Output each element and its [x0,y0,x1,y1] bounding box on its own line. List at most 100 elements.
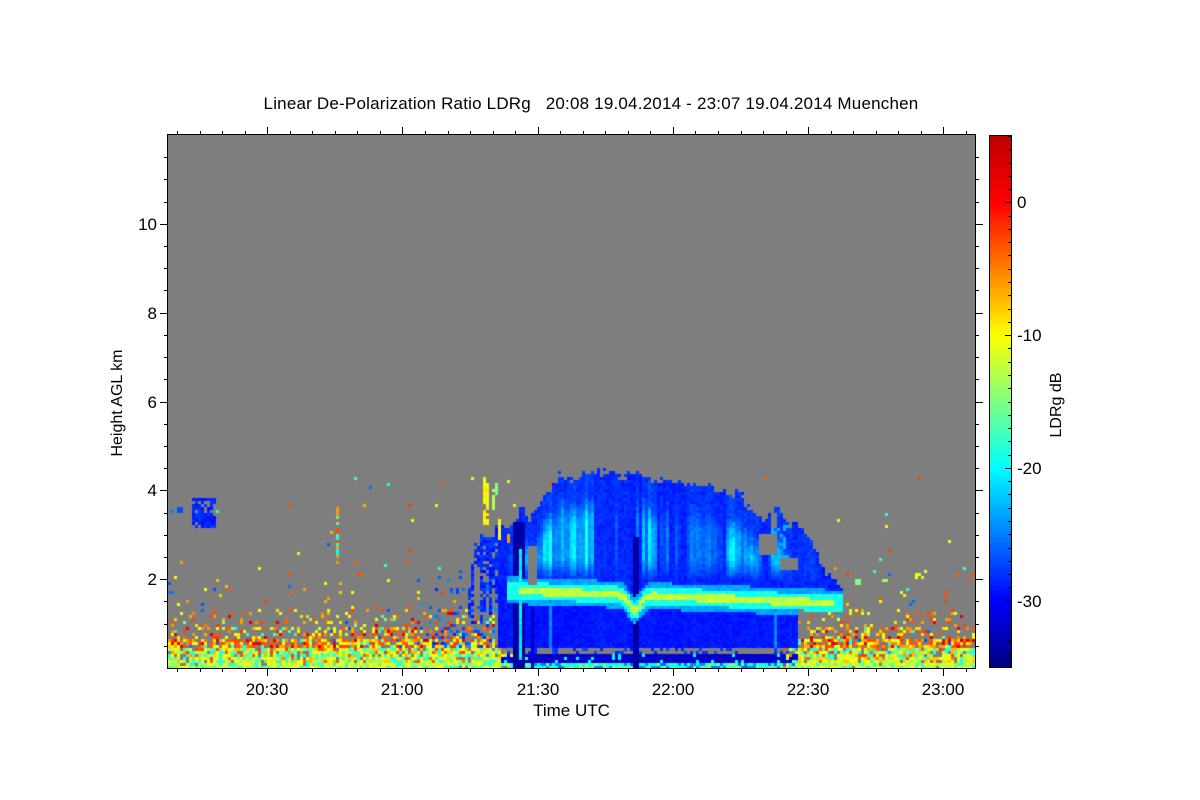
x-minor-tick [357,668,358,672]
y-minor-tick [164,246,168,247]
colorbar-tick-label: -30 [1017,592,1042,611]
x-axis-label: Time UTC [533,701,610,720]
x-minor-tick-top [335,131,336,135]
x-minor-tick-top [177,131,178,135]
x-minor-tick [583,668,584,672]
x-minor-tick [380,668,381,672]
y-major-tick [160,402,168,403]
x-minor-tick-top [876,131,877,135]
x-minor-tick-top [312,131,313,135]
colorbar-minor-tick [1008,428,1011,429]
x-major-tick [673,668,674,676]
x-tick-label: 21:00 [380,680,424,699]
colorbar-minor-tick [1008,508,1011,509]
x-minor-tick [853,668,854,672]
y-minor-tick-right [975,424,979,425]
y-minor-tick-right [975,379,979,380]
colorbar-minor-tick [1008,667,1011,668]
y-major-tick [160,490,168,491]
colorbar-minor-tick [1008,441,1011,442]
x-minor-tick [876,668,877,672]
y-minor-tick-right [975,557,979,558]
y-minor-tick [164,624,168,625]
y-tick-label: 8 [147,304,157,323]
x-minor-tick [515,668,516,672]
x-major-tick [538,668,539,676]
y-minor-tick-right [975,157,979,158]
x-minor-tick-top [470,131,471,135]
y-minor-tick-right [975,290,979,291]
x-minor-tick-top [853,131,854,135]
y-minor-tick [164,335,168,336]
x-major-tick-top [673,127,674,135]
x-major-tick [267,668,268,676]
x-minor-tick [898,668,899,672]
colorbar-minor-tick [1008,176,1011,177]
colorbar-minor-tick [1008,521,1011,522]
x-minor-tick [448,668,449,672]
y-major-tick [160,224,168,225]
colorbar-minor-tick [1008,362,1011,363]
plot-title: Linear De-Polarization Ratio LDRg 20:08 … [263,94,919,113]
colorbar-minor-tick [1008,494,1011,495]
y-tick-label: 4 [147,481,157,500]
x-minor-tick-top [921,131,922,135]
colorbar-major-tick [1005,202,1011,203]
y-minor-tick [164,513,168,514]
colorbar-minor-tick [1008,455,1011,456]
x-minor-tick-top [357,131,358,135]
colorbar-minor-tick [1008,269,1011,270]
x-minor-tick [831,668,832,672]
x-major-tick [943,668,944,676]
x-minor-tick-top [380,131,381,135]
colorbar-minor-tick [1008,415,1011,416]
y-minor-tick [164,601,168,602]
y-minor-tick [164,424,168,425]
colorbar-minor-tick [1008,309,1011,310]
colorbar-minor-tick [1008,587,1011,588]
y-major-tick [160,313,168,314]
colorbar-minor-tick [1008,136,1011,137]
x-minor-tick-top [200,131,201,135]
x-minor-tick [312,668,313,672]
x-minor-tick [560,668,561,672]
colorbar-label: LDRg dB [1048,372,1065,438]
colorbar-major-tick [1005,468,1011,469]
x-minor-tick-top [560,131,561,135]
colorbar-minor-tick [1008,574,1011,575]
plot-frame [167,134,976,669]
y-minor-tick [164,646,168,647]
lidar-ldr-quicklook-figure: Linear De-Polarization Ratio LDRg 20:08 … [0,0,1200,800]
colorbar-minor-tick [1008,149,1011,150]
x-minor-tick-top [763,131,764,135]
x-minor-tick-top [628,131,629,135]
x-minor-tick [786,668,787,672]
y-minor-tick [164,557,168,558]
y-minor-tick-right [975,468,979,469]
y-minor-tick-right [975,335,979,336]
colorbar-minor-tick [1008,561,1011,562]
y-major-tick-right [975,402,983,403]
colorbar-minor-tick [1008,375,1011,376]
x-minor-tick-top [493,131,494,135]
x-minor-tick-top [786,131,787,135]
colorbar-minor-tick [1008,242,1011,243]
y-minor-tick-right [975,357,979,358]
colorbar-minor-tick [1008,654,1011,655]
x-minor-tick-top [650,131,651,135]
y-major-tick-right [975,224,983,225]
colorbar-minor-tick [1008,255,1011,256]
x-minor-tick-top [695,131,696,135]
y-minor-tick-right [975,535,979,536]
y-major-tick-right [975,579,983,580]
x-minor-tick-top [831,131,832,135]
colorbar-major-tick [1005,335,1011,336]
y-minor-tick-right [975,646,979,647]
x-minor-tick-top [245,131,246,135]
colorbar-minor-tick [1008,534,1011,535]
y-tick-label: 2 [147,570,157,589]
x-minor-tick-top [966,131,967,135]
y-minor-tick-right [975,179,979,180]
y-minor-tick [164,268,168,269]
x-minor-tick [290,668,291,672]
